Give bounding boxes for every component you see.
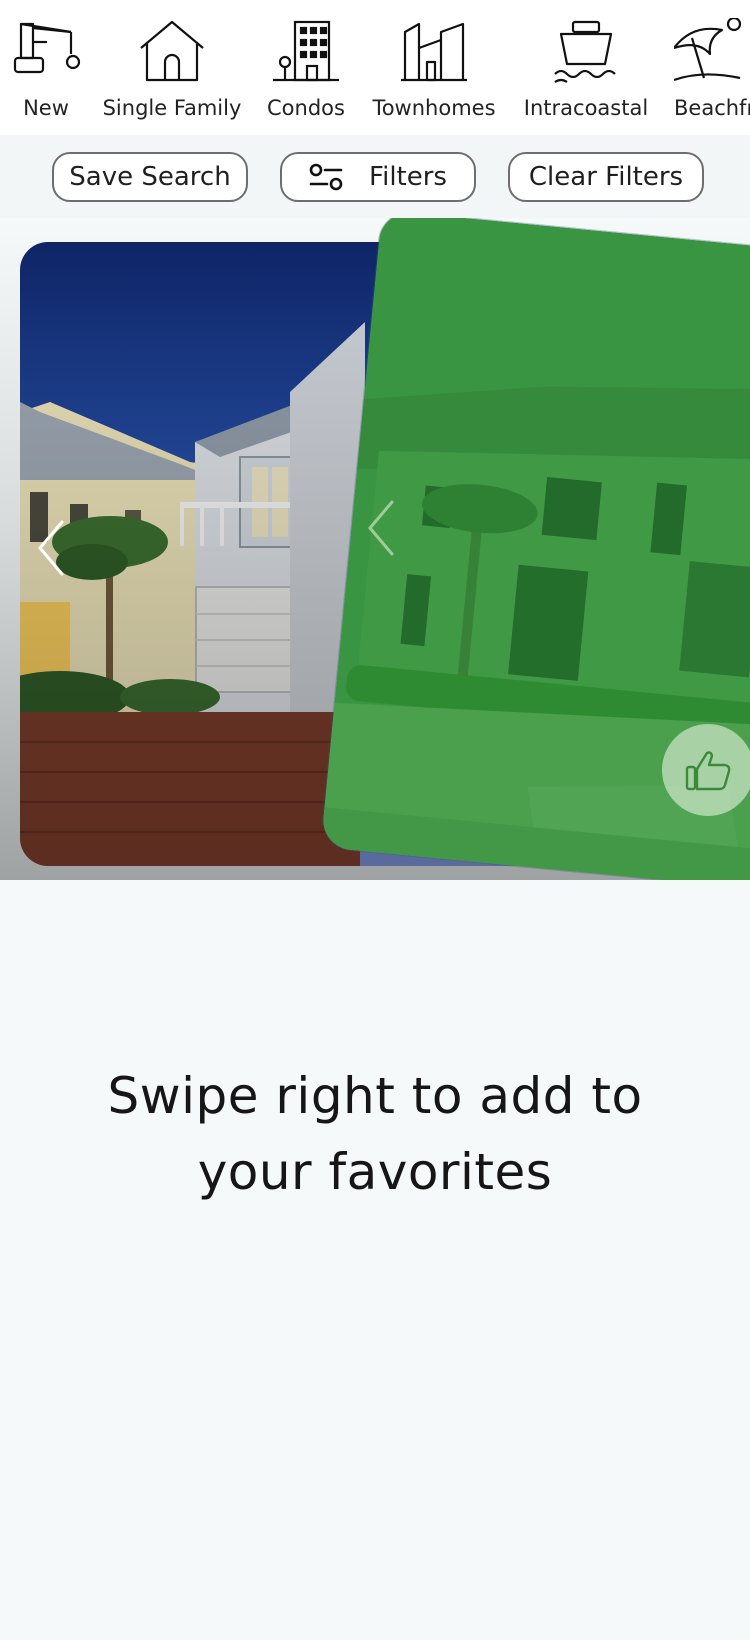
- filters-label: Filters: [369, 162, 447, 192]
- filter-sliders-icon: [309, 163, 343, 191]
- swipe-hint-text: Swipe right to add to your favorites: [107, 1067, 643, 1201]
- crane-icon: [13, 22, 81, 74]
- category-label: Townhomes: [372, 96, 496, 120]
- category-label: New: [23, 96, 69, 120]
- boat-icon: [554, 20, 616, 83]
- save-search-label: Save Search: [69, 162, 231, 192]
- chevron-left-icon[interactable]: [34, 518, 68, 578]
- action-bar: Save Search Filters Clear Filters: [0, 135, 750, 218]
- instruction-sheet: Swipe right to add to your favorites: [0, 880, 750, 1640]
- clear-filters-button[interactable]: Clear Filters: [508, 152, 704, 202]
- category-strip: New crane-icon Single Family house-icon …: [0, 0, 750, 135]
- filters-button[interactable]: Filters: [280, 152, 476, 202]
- category-intracoastal[interactable]: Intracoastal boat-icon: [522, 18, 650, 128]
- category-condos[interactable]: Condos condo-building-icon: [256, 18, 356, 128]
- category-label: Beachfr: [674, 96, 750, 120]
- chevron-left-icon[interactable]: [364, 498, 398, 558]
- category-label: Intracoastal: [523, 96, 649, 120]
- thumbs-up-icon: [685, 751, 731, 791]
- condo-building-icon: [273, 20, 339, 82]
- townhome-icon: [401, 22, 467, 82]
- clear-filters-label: Clear Filters: [528, 162, 684, 192]
- category-single-family[interactable]: Single Family house-icon: [102, 18, 242, 128]
- category-label: Single Family: [102, 96, 242, 120]
- swipe-card-area: thumbs-up-icon: [0, 218, 750, 880]
- category-label: Condos: [267, 96, 345, 120]
- like-button[interactable]: thumbs-up-icon: [662, 724, 750, 816]
- category-beachfront[interactable]: Beachfr beach-umbrella-icon: [674, 18, 750, 128]
- beach-umbrella-icon: [674, 18, 742, 82]
- save-search-button[interactable]: Save Search: [52, 152, 248, 202]
- category-townhomes[interactable]: Townhomes townhome-icon: [372, 18, 496, 128]
- category-new[interactable]: New crane-icon: [6, 18, 86, 128]
- house-icon: [140, 20, 204, 82]
